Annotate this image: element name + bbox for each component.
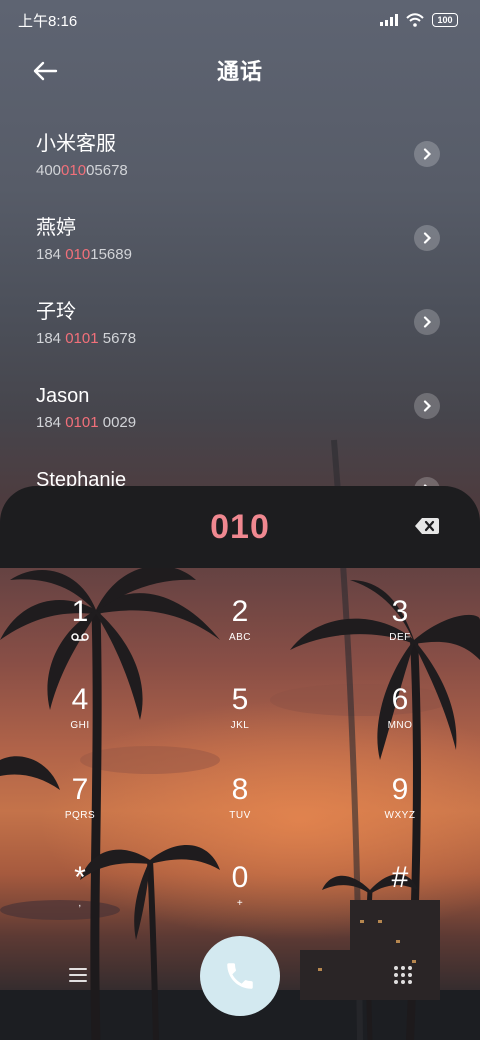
menu-icon [69, 968, 87, 982]
key-digit: 5 [231, 683, 249, 716]
contact-detail-button[interactable] [414, 141, 440, 167]
key-digit: * [74, 861, 86, 894]
key-9[interactable]: 9 WXYZ [340, 772, 460, 850]
chevron-right-icon [423, 232, 432, 244]
number-match: 010 [65, 246, 91, 263]
phone-icon [227, 963, 253, 989]
number-prefix: 184 [36, 414, 66, 431]
key-5[interactable]: 5 JKL [180, 682, 300, 760]
battery-level: 100 [437, 15, 453, 25]
contact-item[interactable]: Jason 184 0101 0029 [0, 364, 480, 448]
contact-name: 燕婷 [36, 217, 76, 239]
header: 通话 [0, 46, 480, 94]
contact-name: 小米客服 [36, 133, 116, 155]
wifi-icon [406, 13, 424, 27]
dialpad-icon [394, 966, 412, 984]
key-1[interactable]: 1 [20, 594, 140, 672]
number-prefix: 184 [36, 330, 66, 347]
key-letters: DEF [389, 632, 411, 643]
key-star[interactable]: * , [20, 860, 140, 938]
contact-item[interactable]: 小米客服 40001005678 [0, 112, 480, 196]
key-digit: 4 [71, 683, 89, 716]
voicemail-icon [71, 633, 89, 641]
number-match: 010 [61, 162, 87, 179]
key-digit: # [391, 861, 409, 894]
dial-display: 010 [0, 486, 480, 568]
key-6[interactable]: 6 MNO [340, 682, 460, 760]
number-suffix: 5678 [98, 330, 137, 347]
arrow-left-icon [33, 61, 58, 81]
dialpad-toggle-button[interactable] [392, 964, 414, 986]
backspace-icon [415, 518, 439, 534]
key-digit: 3 [391, 595, 409, 628]
key-letters: PQRS [64, 810, 96, 821]
chevron-right-icon [423, 316, 432, 328]
key-digit: 8 [231, 773, 249, 806]
key-digit: 2 [231, 595, 249, 628]
key-digit: 9 [391, 773, 409, 806]
bottom-action-bar [0, 934, 480, 1020]
key-letters: GHI [70, 720, 90, 731]
key-digit: 6 [391, 683, 409, 716]
number-suffix: 15689 [90, 246, 132, 263]
contact-number: 184 0101 5678 [36, 330, 480, 348]
number-suffix: 05678 [86, 162, 128, 179]
contact-detail-button[interactable] [414, 393, 440, 419]
key-2[interactable]: 2 ABC [180, 594, 300, 672]
signal-icon [380, 14, 398, 26]
key-8[interactable]: 8 TUV [180, 772, 300, 850]
key-letters: JKL [230, 720, 250, 731]
number-suffix: 0029 [98, 414, 137, 431]
key-digit: 1 [71, 595, 89, 628]
contact-name: 子玲 [36, 301, 76, 323]
contact-number: 184 01015689 [36, 246, 480, 264]
contact-name: Jason [36, 385, 90, 407]
back-button[interactable] [28, 54, 62, 88]
key-letters: ABC [228, 632, 252, 643]
menu-button[interactable] [66, 964, 90, 986]
delete-button[interactable] [414, 516, 440, 536]
chevron-right-icon [423, 400, 432, 412]
status-bar: 上午8:16 100 [0, 0, 480, 40]
contact-detail-button[interactable] [414, 225, 440, 251]
key-letters: MNO [387, 720, 413, 731]
contact-detail-button[interactable] [414, 309, 440, 335]
battery-icon: 100 [432, 13, 458, 27]
key-letters: WXYZ [384, 810, 416, 821]
dialed-number: 010 [210, 507, 270, 546]
contact-number: 184 0101 0029 [36, 414, 480, 432]
contact-list: 小米客服 40001005678 燕婷 184 01015689 子玲 184 … [0, 112, 480, 532]
status-time: 上午8:16 [18, 12, 78, 30]
key-letters: + [236, 898, 244, 909]
chevron-right-icon [423, 148, 432, 160]
call-button[interactable] [200, 936, 280, 1016]
number-prefix: 400 [36, 162, 62, 179]
number-match: 0101 [65, 330, 99, 347]
contact-item[interactable]: 燕婷 184 01015689 [0, 196, 480, 280]
key-digit: 0 [231, 861, 249, 894]
status-icons: 100 [380, 13, 458, 27]
key-0[interactable]: 0 + [180, 860, 300, 938]
page-title: 通话 [216, 59, 263, 84]
key-7[interactable]: 7 PQRS [20, 772, 140, 850]
key-letters: TUV [229, 810, 251, 821]
key-3[interactable]: 3 DEF [340, 594, 460, 672]
key-letters: , [78, 898, 82, 909]
key-digit: 7 [71, 773, 89, 806]
contact-number: 40001005678 [36, 162, 480, 180]
key-4[interactable]: 4 GHI [20, 682, 140, 760]
key-hash[interactable]: # [340, 860, 460, 938]
number-prefix: 184 [36, 246, 66, 263]
number-match: 0101 [65, 414, 99, 431]
contact-item[interactable]: 子玲 184 0101 5678 [0, 280, 480, 364]
